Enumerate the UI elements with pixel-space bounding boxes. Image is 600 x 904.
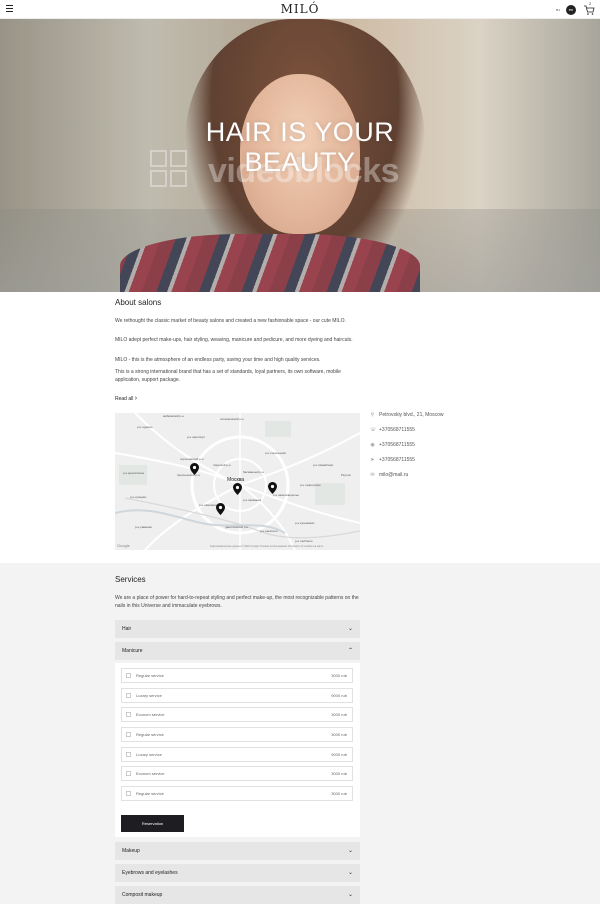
mail-icon: ✉ (370, 472, 375, 478)
about-section: About salons We rethought the classic ma… (0, 292, 600, 563)
services-section: Services We are a place of power for har… (0, 563, 600, 904)
service-checkbox[interactable] (126, 791, 131, 796)
service-item[interactable]: Regular service 3000 rub (121, 786, 353, 801)
hero-banner: videoblocks HAIR IS YOUR BEAUTY (0, 19, 600, 292)
about-paragraph-1: We rethought the classic market of beaut… (115, 318, 346, 324)
lang-en-link[interactable]: en (566, 5, 576, 15)
service-checkbox[interactable] (126, 712, 131, 717)
service-checkbox[interactable] (126, 693, 131, 698)
services-intro: We are a place of power for hard-to-repe… (115, 595, 359, 609)
chevron-down-icon: ⌄ (347, 892, 353, 898)
accordion-composit-makeup[interactable]: Composit makeup ⌄ (115, 886, 360, 904)
reservation-button[interactable]: Reservation (121, 815, 184, 832)
accordion-manicure[interactable]: Manicure ⌃ (115, 642, 360, 660)
service-checkbox[interactable] (126, 752, 131, 757)
chevron-down-icon: ⌄ (347, 848, 353, 854)
accordion-hair[interactable]: Hair ⌄ (115, 620, 360, 638)
service-checkbox[interactable] (126, 673, 131, 678)
read-all-link[interactable]: Read all › (115, 395, 137, 402)
map-attribution: Картографические данные © 2018 Google Ус… (210, 545, 324, 548)
salons-map[interactable]: войковский р-н останкинский р-н р-н аэро… (115, 413, 360, 550)
phone-icon: ☏ (370, 427, 377, 433)
service-item[interactable]: Luxary service 9000 rub (121, 688, 353, 703)
about-paragraph-3: MILO - this is the atmosphere of an endl… (115, 357, 321, 363)
service-item[interactable]: Econom service 3000 rub (121, 707, 353, 722)
map-marker-icon[interactable] (268, 482, 277, 494)
chevron-right-icon: › (134, 395, 138, 402)
about-paragraph-4: This is a strong international brand tha… (115, 369, 341, 383)
manicure-panel: Regular service 3000 rub Luxary service … (115, 663, 360, 837)
services-title: Services (115, 575, 146, 584)
cart-icon[interactable] (583, 4, 595, 16)
map-marker-icon[interactable] (233, 483, 242, 495)
accordion-makeup[interactable]: Makeup ⌄ (115, 842, 360, 860)
site-logo[interactable]: MILÓ (0, 2, 600, 16)
map-marker-icon[interactable] (216, 503, 225, 515)
map-marker-icon[interactable] (190, 463, 199, 475)
contact-phone[interactable]: ☏ +370568711555 (370, 427, 415, 433)
service-checkbox[interactable] (126, 771, 131, 776)
hero-title: HAIR IS YOUR BEAUTY (205, 117, 395, 177)
service-checkbox[interactable] (126, 732, 131, 737)
contact-telegram[interactable]: ➤ +370568711555 (370, 457, 415, 463)
telegram-icon: ➤ (370, 457, 375, 463)
service-item[interactable]: Luxary service 9000 rub (121, 747, 353, 762)
about-paragraph-2: MILO adept perfect make-ups, hair stylin… (115, 337, 353, 343)
service-item[interactable]: Econom service 3000 rub (121, 766, 353, 781)
accordion-eyebrows[interactable]: Eyebrows and eyelashes ⌄ (115, 864, 360, 882)
location-icon: ⚲ (370, 412, 375, 418)
chevron-down-icon: ⌄ (347, 626, 353, 632)
contact-address: ⚲ Petrovskiy blvd., 21, Moscow (370, 412, 444, 418)
top-header: MILÓ ru en 2 (0, 0, 600, 19)
about-title: About salons (115, 298, 162, 307)
service-item[interactable]: Regular service 3000 rub (121, 727, 353, 742)
whatsapp-icon: ◉ (370, 442, 375, 448)
contact-whatsapp[interactable]: ◉ +370568711555 (370, 442, 415, 448)
service-item[interactable]: Regular service 3000 rub (121, 668, 353, 683)
chevron-down-icon: ⌄ (347, 870, 353, 876)
lang-ru-link[interactable]: ru (556, 7, 560, 12)
chevron-up-icon: ⌃ (347, 648, 353, 654)
contact-email[interactable]: ✉ milo@mail.ru (370, 472, 408, 478)
